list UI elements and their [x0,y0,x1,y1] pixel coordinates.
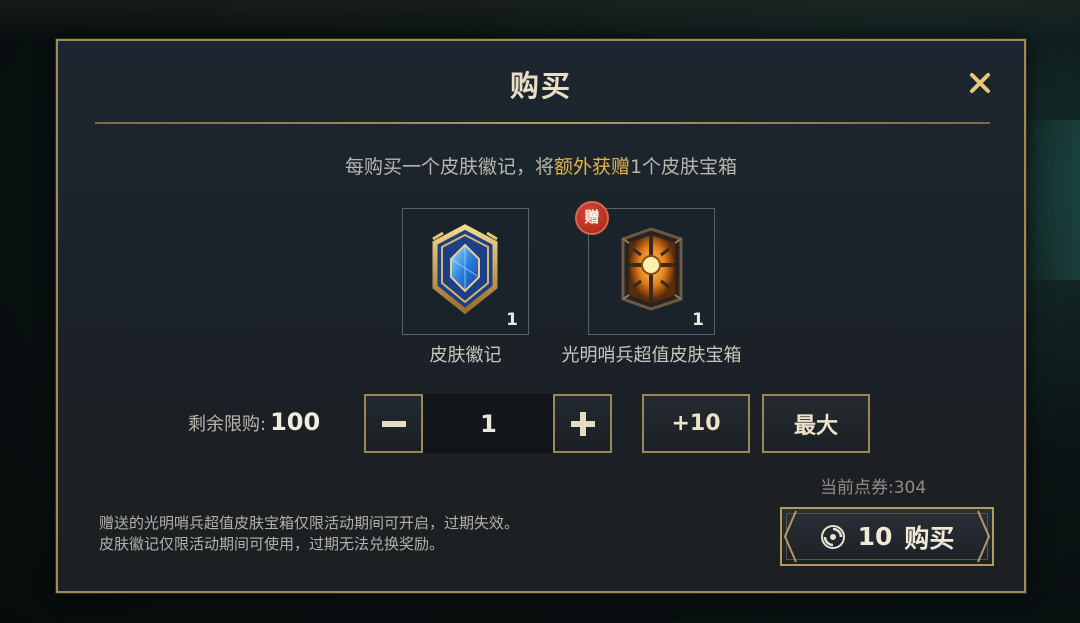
quantity-value[interactable]: 1 [423,394,554,453]
background-glow [1020,120,1080,280]
note-line: 赠送的光明哨兵超值皮肤宝箱仅限活动期间可开启，过期失效。 [99,514,520,532]
balance-value: 304 [893,478,927,498]
title-divider [95,122,990,124]
buy-button[interactable]: 10 购买 [780,507,994,566]
coupon-balance: 当前点券:304 [820,473,926,498]
increase-quantity-button[interactable] [553,394,612,453]
buy-button-content: 10 购买 [782,509,992,564]
note-line: 皮肤徽记仅限活动期间可使用，过期无法兑换奖励。 [99,535,445,553]
background-top-shade [0,0,1080,40]
buy-label: 购买 [904,523,955,553]
add-ten-button[interactable]: +10 [642,394,750,453]
item-count: 1 [692,310,704,330]
decrease-quantity-button[interactable] [364,394,423,453]
buy-amount: 10 [857,522,893,551]
close-icon [970,73,990,93]
purchase-dialog: 购买 每购买一个皮肤徽记，将额外获赠1个皮肤宝箱 1 皮肤徽记 1 赠 光明哨兵… [56,39,1026,593]
item-label-skin-chest: 光明哨兵超值皮肤宝箱 [561,345,742,366]
plus-icon [570,411,595,436]
promo-highlight: 额外获赠 [553,156,630,178]
gift-badge: 赠 [575,201,609,235]
item-skin-emblem[interactable]: 1 [402,208,529,335]
limit-label: 剩余限购: [188,414,267,435]
close-button[interactable] [966,69,994,97]
max-button[interactable]: 最大 [762,394,870,453]
limit-value: 100 [270,408,321,436]
promo-prefix: 每购买一个皮肤徽记，将 [344,156,554,178]
purchase-limit: 剩余限购: 100 [188,408,320,436]
item-count: 1 [506,310,518,330]
promo-text: 每购买一个皮肤徽记，将额外获赠1个皮肤宝箱 [58,152,1024,179]
balance-label: 当前点券: [820,478,894,498]
coupon-icon [820,524,845,549]
item-skin-chest[interactable]: 1 [588,208,715,335]
item-label-skin-emblem: 皮肤徽记 [429,345,502,366]
minus-icon [381,420,406,427]
dialog-title: 购买 [509,69,572,103]
promo-suffix: 1个皮肤宝箱 [629,156,738,178]
terms-notes: 赠送的光明哨兵超值皮肤宝箱仅限活动期间可开启，过期失效。 皮肤徽记仅限活动期间可… [99,513,519,555]
